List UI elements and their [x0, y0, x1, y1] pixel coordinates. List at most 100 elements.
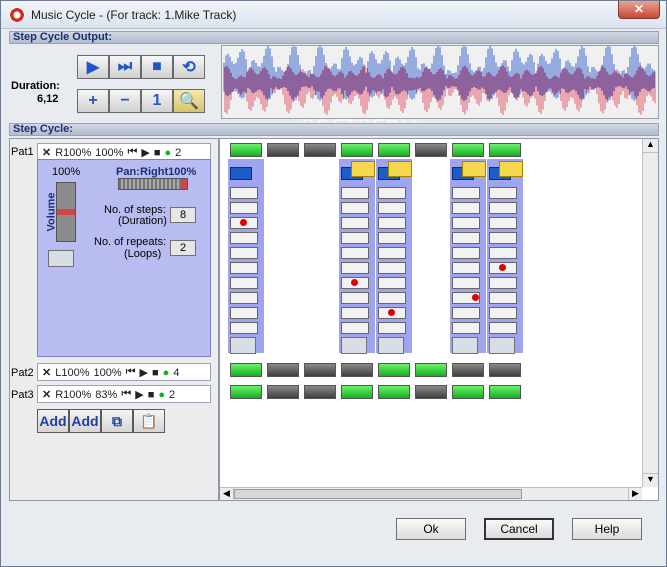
pat2-step-6[interactable] [415, 363, 447, 377]
note-slot[interactable] [230, 187, 258, 199]
note-slot[interactable] [452, 322, 480, 334]
pat1-pan[interactable]: R100% [55, 147, 91, 159]
note-slot[interactable] [378, 217, 406, 229]
note-slot[interactable] [452, 187, 480, 199]
note-slot[interactable] [489, 292, 517, 304]
volume-slider[interactable] [56, 182, 76, 242]
volume-thumb[interactable] [57, 209, 75, 215]
note-slot[interactable] [489, 307, 517, 319]
zoom-out-icon[interactable]: − [109, 89, 141, 113]
play-icon[interactable]: ▶ [141, 146, 149, 159]
rewind-icon[interactable]: ⏮ [126, 366, 136, 379]
note-slot[interactable] [341, 202, 369, 214]
scroll-down-icon[interactable]: ▼ [643, 473, 658, 487]
paste-icon[interactable]: 📋 [133, 409, 165, 433]
note-slot[interactable] [341, 217, 369, 229]
note-marker[interactable] [472, 294, 479, 301]
mixer-icon[interactable] [452, 337, 478, 354]
pat1-step-7[interactable] [452, 143, 484, 157]
note-slot[interactable] [230, 247, 258, 259]
mixer-icon[interactable] [489, 337, 515, 354]
note-slot[interactable] [378, 262, 406, 274]
mixer-icon[interactable] [230, 337, 256, 354]
add-pattern-button[interactable]: Add [37, 409, 69, 433]
note-slot[interactable] [341, 292, 369, 304]
note-slot[interactable] [489, 247, 517, 259]
pat3-vol[interactable]: 83% [95, 389, 117, 401]
note-slot[interactable] [378, 187, 406, 199]
play-icon[interactable]: ▶ [77, 55, 109, 79]
folder-icon[interactable] [462, 161, 486, 177]
note-slot[interactable] [341, 322, 369, 334]
steps-input[interactable]: 8 [170, 207, 196, 223]
note-marker[interactable] [388, 309, 395, 316]
waveform-display[interactable]: SOFTPEDIA [221, 44, 659, 136]
folder-icon[interactable] [351, 161, 375, 177]
pat3-step-8[interactable] [489, 385, 521, 399]
note-slot[interactable] [378, 292, 406, 304]
rewind-icon[interactable]: ⏮ [127, 146, 137, 159]
stop-icon[interactable]: ■ [154, 147, 161, 159]
pan-slider[interactable] [118, 178, 188, 190]
note-slot[interactable] [378, 277, 406, 289]
note-slot[interactable] [489, 217, 517, 229]
cancel-button[interactable]: Cancel [484, 518, 554, 540]
pat3-header[interactable]: ✕ R100% 83% ⏮ ▶ ■ ● 2 [37, 385, 211, 403]
pat3-step-5[interactable] [378, 385, 410, 399]
note-slot[interactable] [378, 202, 406, 214]
loop-icon[interactable]: ⟲ [173, 55, 205, 79]
pat1-step-4[interactable] [341, 143, 373, 157]
folder-icon[interactable] [499, 161, 523, 177]
play-from-start-icon[interactable]: ⏭ [109, 55, 141, 79]
stop-icon[interactable]: ■ [152, 367, 159, 379]
note-marker[interactable] [240, 219, 247, 226]
pat3-step-2[interactable] [267, 385, 299, 399]
scroll-up-icon[interactable]: ▲ [643, 139, 658, 153]
vertical-scrollbar[interactable]: ▲ ▼ [642, 139, 658, 487]
pat2-step-2[interactable] [267, 363, 299, 377]
note-slot[interactable] [489, 187, 517, 199]
pat3-step-6[interactable] [415, 385, 447, 399]
play-icon[interactable]: ▶ [140, 366, 148, 379]
note-slot[interactable] [452, 277, 480, 289]
pat1-step-1[interactable] [230, 143, 262, 157]
note-slot[interactable] [341, 232, 369, 244]
note-slot[interactable] [230, 262, 258, 274]
note-slot[interactable] [489, 277, 517, 289]
note-slot[interactable] [452, 202, 480, 214]
note-marker[interactable] [499, 264, 506, 271]
stop-icon[interactable]: ■ [148, 389, 155, 401]
delete-icon[interactable]: ✕ [42, 146, 51, 159]
note-slot[interactable] [452, 307, 480, 319]
note-slot[interactable] [452, 217, 480, 229]
pat2-step-5[interactable] [378, 363, 410, 377]
note-slot[interactable] [341, 262, 369, 274]
pat2-step-3[interactable] [304, 363, 336, 377]
pat1-step-3[interactable] [304, 143, 336, 157]
scroll-thumb[interactable] [234, 489, 522, 499]
note-slot[interactable] [341, 307, 369, 319]
note-slot[interactable] [230, 292, 258, 304]
note-slot[interactable] [452, 232, 480, 244]
pat2-pan[interactable]: L100% [55, 367, 89, 379]
pat2-step-7[interactable] [452, 363, 484, 377]
note-marker[interactable] [351, 279, 358, 286]
play-icon[interactable]: ▶ [135, 388, 143, 401]
mixer-icon[interactable] [341, 337, 367, 354]
pat2-step-8[interactable] [489, 363, 521, 377]
pat2-step-4[interactable] [341, 363, 373, 377]
horizontal-scrollbar[interactable]: ◀ ▶ [220, 487, 642, 500]
delete-icon[interactable]: ✕ [42, 366, 51, 379]
zoom-reset-icon[interactable]: 1 [141, 89, 173, 113]
scroll-left-icon[interactable]: ◀ [220, 488, 234, 500]
pat3-step-7[interactable] [452, 385, 484, 399]
close-button[interactable]: ✕ [618, 1, 660, 19]
pat3-step-4[interactable] [341, 385, 373, 399]
help-button[interactable]: Help [572, 518, 642, 540]
stop-icon[interactable]: ■ [141, 55, 173, 79]
zoom-in-icon[interactable]: + [77, 89, 109, 113]
scroll-right-icon[interactable]: ▶ [628, 488, 642, 500]
zoom-fit-icon[interactable]: 🔍 [173, 89, 205, 113]
note-slot[interactable] [452, 247, 480, 259]
note-slot[interactable] [489, 232, 517, 244]
